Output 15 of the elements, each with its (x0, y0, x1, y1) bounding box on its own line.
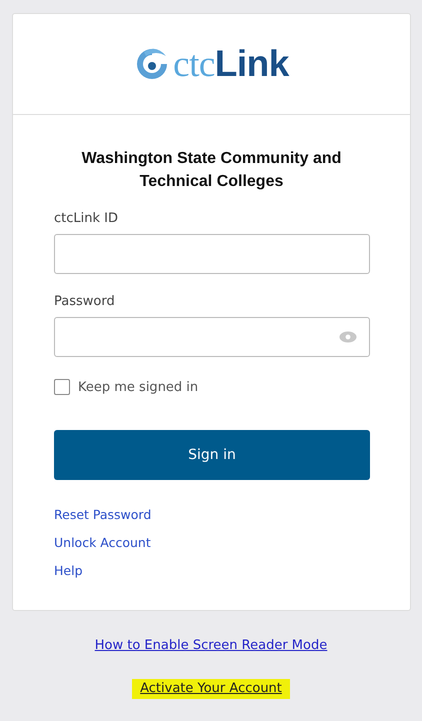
id-field[interactable] (54, 234, 370, 274)
checkbox-label: Keep me signed in (78, 380, 198, 394)
help-link[interactable]: Reset Password (54, 506, 152, 524)
password-field[interactable] (54, 317, 370, 357)
sign-in-button[interactable]: Sign in (54, 430, 370, 480)
help-link[interactable]: Unlock Account (54, 534, 151, 552)
footer-link[interactable]: How to Enable Screen Reader Mode (86, 636, 336, 656)
help-link[interactable]: Help (54, 562, 82, 580)
field-label: Password (54, 294, 116, 309)
form-heading: Washington State Community and Technical Colleges (80, 149, 342, 192)
footer-link[interactable]: Activate Your Account (132, 679, 290, 699)
eye-icon[interactable] (339, 331, 357, 343)
checkbox[interactable] (54, 379, 70, 395)
field-label: ctcLink ID (54, 211, 119, 226)
logo-text: ctcLink (173, 42, 289, 86)
